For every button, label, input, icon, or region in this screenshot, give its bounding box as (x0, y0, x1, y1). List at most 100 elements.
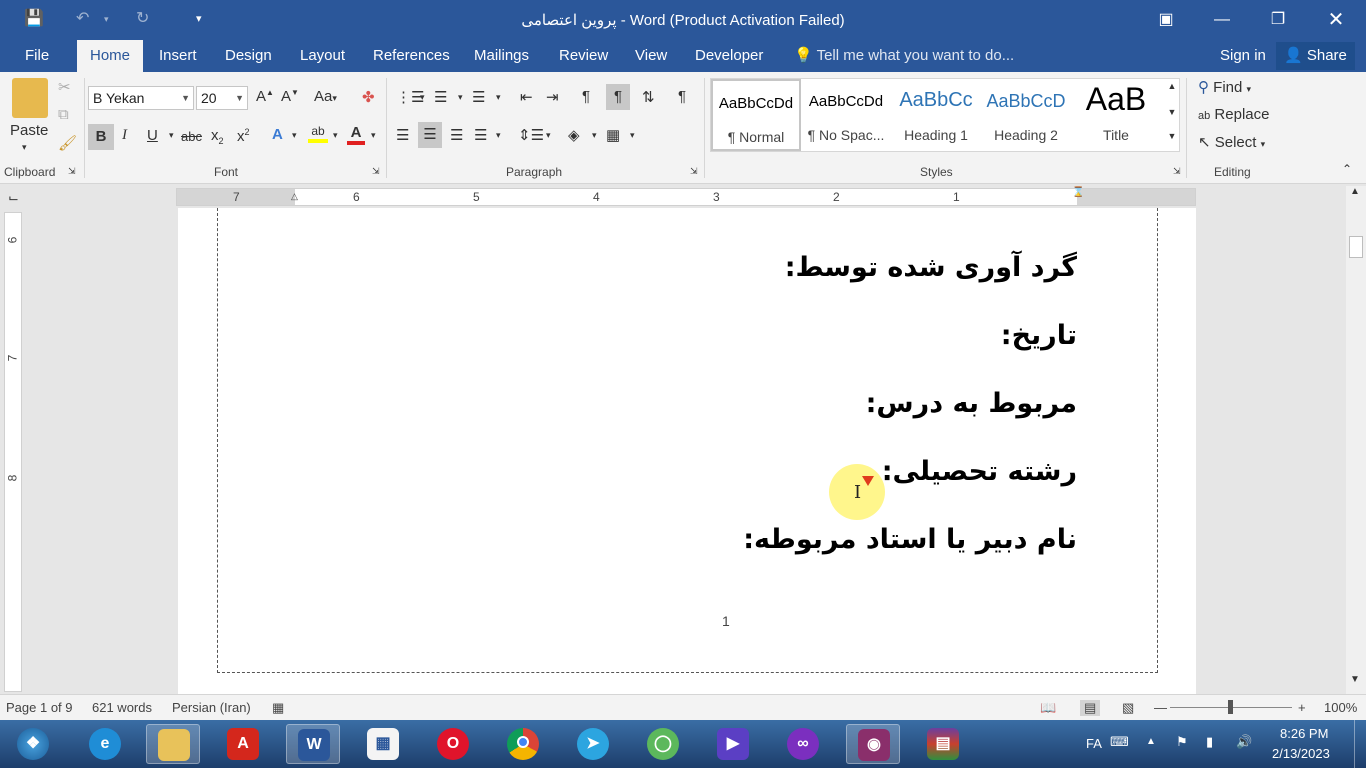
close-button[interactable]: ✕ (1316, 6, 1356, 34)
superscript-button[interactable]: x2 (237, 127, 250, 145)
align-right-icon[interactable]: ☰ (450, 126, 463, 144)
start-button[interactable]: ❖ (6, 724, 60, 764)
zoom-out-button[interactable]: — (1154, 700, 1167, 715)
styles-launcher-icon[interactable]: ⇲ (1173, 166, 1181, 177)
decrease-indent-icon[interactable]: ⇤ (520, 88, 533, 106)
style-no-spacing[interactable]: AaBbCcDd ¶ No Spac... (801, 79, 891, 151)
shading-dropdown-icon[interactable]: ▾ (592, 130, 597, 141)
page-count[interactable]: Page 1 of 9 (6, 700, 73, 715)
scroll-down-icon[interactable]: ▼ (1350, 674, 1360, 685)
justify-dropdown-icon[interactable]: ▾ (496, 130, 501, 141)
taskbar-explorer[interactable] (146, 724, 200, 764)
taskbar-calendar[interactable]: ▦ (356, 724, 410, 764)
hanging-indent-icon[interactable]: ⌛ (1072, 187, 1084, 198)
input-language[interactable]: FA (1086, 736, 1102, 751)
page[interactable]: گرد آوری شده توسط: تاریخ: مربوط به درس: … (178, 208, 1196, 694)
horizontal-ruler[interactable]: 7 6 5 4 3 2 1 △ ⌛ (176, 187, 1196, 206)
font-color-icon[interactable]: A (347, 124, 365, 145)
line-spacing-icon[interactable]: ⇕☰ (518, 126, 544, 144)
clock-time[interactable]: 8:26 PM (1280, 726, 1328, 741)
ltr-direction-icon[interactable]: ¶ (582, 88, 590, 105)
taskbar-internet-explorer[interactable]: e (78, 724, 132, 764)
borders-icon[interactable]: ▦ (606, 126, 620, 144)
paste-icon[interactable] (12, 78, 48, 118)
network-icon[interactable]: ▮ (1206, 734, 1213, 750)
line-spacing-dropdown-icon[interactable]: ▾ (546, 130, 551, 141)
format-painter-icon[interactable]: 🖌 (58, 134, 77, 152)
replace-button[interactable]: ab Replace (1198, 106, 1269, 123)
tab-review[interactable]: Review (546, 40, 621, 72)
tell-me-box[interactable]: 💡 Tell me what you want to do... (794, 40, 1014, 72)
increase-indent-icon[interactable]: ⇥ (546, 88, 559, 106)
taskbar-telegram[interactable]: ➤ (566, 724, 620, 764)
clipboard-launcher-icon[interactable]: ⇲ (68, 166, 76, 177)
multilevel-list-icon[interactable]: ☰ (472, 88, 485, 106)
rtl-direction-icon[interactable]: ¶ (606, 84, 630, 110)
clear-formatting-icon[interactable]: ✤ (362, 88, 375, 106)
collapse-ribbon-icon[interactable]: ⌃ (1342, 162, 1352, 176)
find-button[interactable]: ⚲ Find ▾ (1198, 78, 1251, 96)
styles-scroll-down-icon[interactable]: ▼ (1165, 107, 1179, 117)
multilevel-dropdown-icon[interactable]: ▾ (496, 92, 501, 103)
styles-more-icon[interactable]: ▼ (1165, 131, 1179, 141)
change-case-button[interactable]: Aa▾ (314, 88, 337, 105)
shrink-font-icon[interactable]: A▼ (281, 88, 299, 105)
text-effects-dropdown-icon[interactable]: ▾ (292, 130, 297, 141)
copy-icon[interactable]: ⧉ (58, 106, 69, 123)
align-left-icon[interactable]: ☰ (396, 126, 409, 144)
numbering-dropdown-icon[interactable]: ▾ (458, 92, 463, 103)
shading-icon[interactable]: ◈ (568, 126, 580, 144)
style-title[interactable]: AaB Title (1071, 79, 1161, 151)
scroll-up-icon[interactable]: ▲ (1350, 186, 1360, 197)
tab-developer[interactable]: Developer (682, 40, 776, 72)
paste-button[interactable]: Paste (10, 122, 48, 139)
print-layout-icon[interactable]: ▤ (1080, 700, 1101, 716)
document-area[interactable]: گرد آوری شده توسط: تاریخ: مربوط به درس: … (26, 208, 1344, 694)
borders-dropdown-icon[interactable]: ▾ (630, 130, 635, 141)
bold-button[interactable]: B (88, 124, 114, 150)
paste-dropdown-icon[interactable]: ▾ (22, 142, 27, 153)
paragraph-launcher-icon[interactable]: ⇲ (690, 166, 698, 177)
style-heading-1[interactable]: AaBbCc Heading 1 (891, 79, 981, 151)
font-size-combo[interactable]: 20 ▼ (196, 86, 248, 110)
scroll-thumb[interactable] (1349, 236, 1363, 258)
taskbar-opera[interactable]: O (426, 724, 480, 764)
font-launcher-icon[interactable]: ⇲ (372, 166, 380, 177)
sort-icon[interactable]: ⇅ (642, 88, 655, 106)
strikethrough-button[interactable]: abc (181, 129, 202, 144)
keyboard-icon[interactable]: ⌨ (1110, 734, 1129, 750)
clock-date[interactable]: 2/13/2023 (1272, 746, 1330, 761)
taskbar-app-mask[interactable]: ∞ (776, 724, 830, 764)
taskbar-screen-recorder[interactable]: ◉ (846, 724, 900, 764)
taskbar-acrobat[interactable]: A (216, 724, 270, 764)
zoom-in-button[interactable]: + (1298, 700, 1306, 715)
justify-icon[interactable]: ☰ (474, 126, 487, 144)
underline-dropdown-icon[interactable]: ▾ (169, 130, 174, 141)
macro-record-icon[interactable]: ▦ (272, 700, 284, 716)
show-marks-icon[interactable]: ¶ (678, 88, 686, 105)
restore-button[interactable]: ❐ (1258, 6, 1298, 34)
highlight-dropdown-icon[interactable]: ▾ (333, 130, 338, 141)
highlight-icon[interactable]: ab (308, 124, 328, 143)
sign-in-link[interactable]: Sign in (1220, 40, 1266, 72)
numbering-icon[interactable]: ☰ (434, 88, 447, 106)
ribbon-display-options-icon[interactable]: ▣ (1146, 6, 1186, 34)
bullets-dropdown-icon[interactable]: ▾ (420, 92, 425, 103)
show-desktop-button[interactable] (1354, 720, 1366, 768)
tab-mailings[interactable]: Mailings (461, 40, 542, 72)
grow-font-icon[interactable]: A▲ (256, 88, 274, 105)
font-family-combo[interactable]: B Yekan ▼ (88, 86, 194, 110)
show-hidden-icons-icon[interactable]: ▲ (1146, 736, 1156, 747)
word-count[interactable]: 621 words (92, 700, 152, 715)
style-heading-2[interactable]: AaBbCcD Heading 2 (981, 79, 1071, 151)
zoom-slider-thumb[interactable] (1228, 700, 1233, 714)
taskbar-messenger[interactable]: ◯ (636, 724, 690, 764)
minimize-button[interactable]: — (1202, 6, 1242, 34)
share-button[interactable]: 👤 Share (1276, 42, 1355, 70)
taskbar-vpn[interactable]: ▶ (706, 724, 760, 764)
read-mode-icon[interactable]: 📖 (1040, 700, 1056, 716)
style-normal[interactable]: AaBbCcDd ¶ Normal (711, 79, 801, 151)
vertical-scrollbar[interactable]: ▲ ▼ (1346, 186, 1366, 694)
tab-references[interactable]: References (360, 40, 463, 72)
align-center-icon[interactable]: ☰ (418, 122, 442, 148)
